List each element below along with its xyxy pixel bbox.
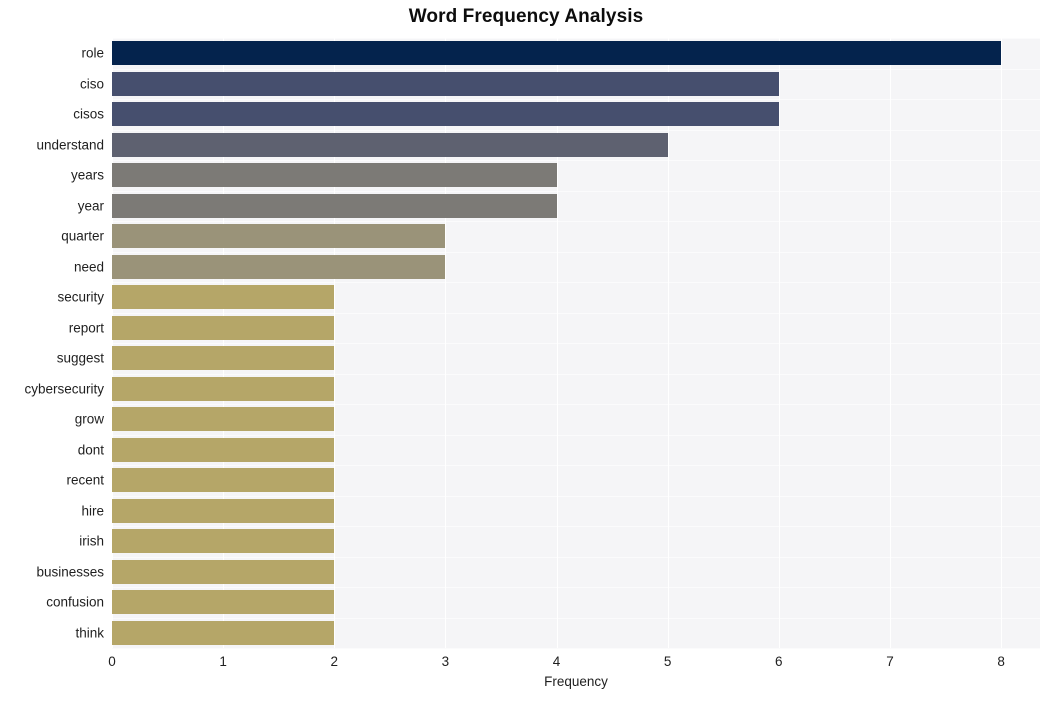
bar[interactable] (112, 254, 446, 279)
bar-row (112, 41, 1040, 66)
x-tick-label: 3 (441, 654, 450, 669)
bar[interactable] (112, 224, 446, 249)
bar-row (112, 224, 1040, 249)
bar[interactable] (112, 590, 335, 615)
bar-row (112, 315, 1040, 340)
bar[interactable] (112, 559, 335, 584)
y-tick-label: think (75, 625, 104, 641)
word-frequency-chart-figure: Word Frequency Analysis role ciso cisos und… (0, 0, 1052, 701)
bar-row (112, 529, 1040, 554)
y-tick-label: quarter (61, 228, 104, 244)
bar[interactable] (112, 285, 335, 310)
y-tick-label: role (81, 45, 104, 61)
y-tick-label: year (77, 198, 104, 214)
y-tick-label: hire (81, 503, 104, 519)
y-tick-label: cisos (73, 106, 104, 122)
bar[interactable] (112, 437, 335, 462)
bar[interactable] (112, 41, 1002, 66)
y-axis-tick-labels: role ciso cisos understand years year quarter n… (0, 38, 104, 648)
bar-row (112, 407, 1040, 432)
y-tick-label: report (68, 320, 104, 336)
y-tick-label: cybersecurity (24, 381, 104, 397)
bar[interactable] (112, 315, 335, 340)
chart-title: Word Frequency Analysis (408, 6, 644, 27)
y-tick-label: grow (74, 411, 104, 427)
x-tick-label: 1 (219, 654, 227, 669)
bar-row (112, 468, 1040, 493)
x-axis-label: Frequency (544, 674, 608, 689)
y-tick-label: dont (77, 442, 104, 458)
bar[interactable] (112, 346, 335, 371)
bar-row (112, 559, 1040, 584)
bar[interactable] (112, 71, 779, 96)
y-tick-label: businesses (36, 564, 104, 580)
bar[interactable] (112, 132, 668, 157)
bars-layer (112, 38, 1040, 648)
y-tick-label: confusion (46, 594, 104, 610)
x-tick-label: 0 (108, 654, 116, 669)
bar-row (112, 102, 1040, 127)
bar-row (112, 437, 1040, 462)
y-tick-label: years (70, 167, 104, 183)
bar-row (112, 254, 1040, 279)
bar-row (112, 346, 1040, 371)
y-tick-label: recent (66, 472, 104, 488)
bar[interactable] (112, 376, 335, 401)
y-tick-label: suggest (56, 350, 104, 366)
bar-row (112, 498, 1040, 523)
bar-row (112, 132, 1040, 157)
y-tick-label: understand (36, 137, 104, 153)
bar-row (112, 285, 1040, 310)
x-tick-label: 2 (330, 654, 339, 669)
bar-row (112, 193, 1040, 218)
bar-row (112, 376, 1040, 401)
bar[interactable] (112, 193, 557, 218)
y-tick-label: ciso (79, 76, 104, 92)
bar[interactable] (112, 407, 335, 432)
bar[interactable] (112, 498, 335, 523)
x-tick-label: 4 (552, 654, 561, 669)
bar[interactable] (112, 620, 335, 645)
bar-row (112, 620, 1040, 645)
y-tick-label: need (73, 259, 104, 275)
x-tick-label: 5 (663, 654, 672, 669)
bar[interactable] (112, 529, 335, 554)
x-tick-label: 7 (886, 654, 894, 669)
bar-row (112, 590, 1040, 615)
x-tick-label: 8 (997, 654, 1005, 669)
bar-row (112, 71, 1040, 96)
bar[interactable] (112, 102, 779, 127)
bar[interactable] (112, 163, 557, 188)
bar[interactable] (112, 468, 335, 493)
plot-area (112, 38, 1040, 649)
y-tick-label: irish (79, 533, 104, 549)
y-tick-label: security (57, 289, 104, 305)
x-tick-label: 6 (775, 654, 783, 669)
bar-row (112, 163, 1040, 188)
